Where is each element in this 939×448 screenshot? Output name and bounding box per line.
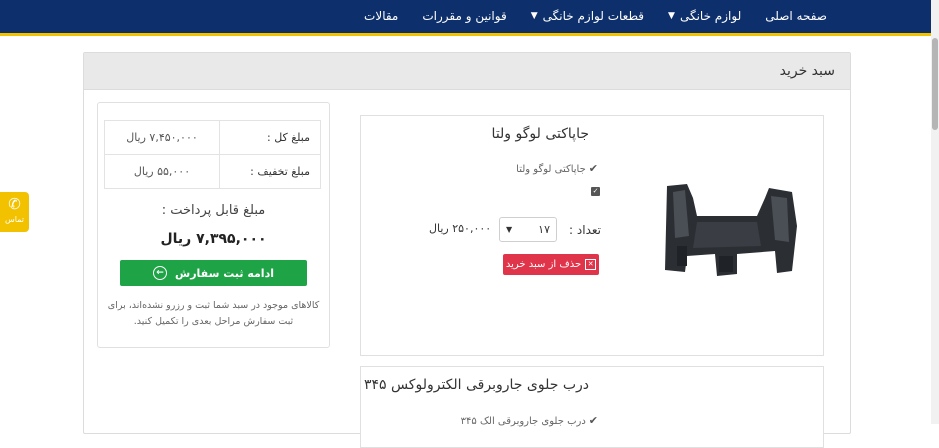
payable-value: ۷,۳۹۵,۰۰۰ ریال: [160, 231, 267, 247]
payable-label: مبلغ قابل پرداخت :: [161, 203, 266, 218]
checkout-note: کالاهای موجود در سبد شما ثبت و رزرو نشده…: [107, 300, 320, 327]
nav-item-rules[interactable]: قوانین و مقررات: [410, 0, 518, 33]
table-row: مبلغ کل : ۷,۴۵۰,۰۰۰ ریال: [104, 120, 321, 155]
item-unit-price: ۲۵۰,۰۰۰ ریال: [429, 222, 492, 235]
nav-item-home-appliances[interactable]: لوازم خانگی ▼: [656, 0, 753, 33]
item-subtitle-row: ✔جاپاکتی لوگو ولتا: [516, 162, 598, 175]
chevron-down-icon: ▼: [530, 11, 538, 21]
checkout-button-label: ادامه ثبت سفارش: [175, 266, 274, 280]
phone-icon: ✆: [8, 195, 21, 213]
chevron-down-icon: ▼: [506, 225, 513, 234]
nav-item-home[interactable]: صفحه اصلی: [753, 0, 839, 33]
discount-label: مبلغ تخفیف :: [219, 154, 321, 189]
quantity-value: ۱۷: [538, 223, 550, 236]
summary-table: مبلغ کل : ۷,۴۵۰,۰۰۰ ریال مبلغ تخفیف : ۵۵…: [104, 120, 321, 189]
main-nav: صفحه اصلی لوازم خانگی ▼ قطعات لوازم خانگ…: [352, 0, 839, 33]
checkout-button[interactable]: ادامه ثبت سفارش ←: [120, 260, 307, 286]
nav-item-label: لوازم خانگی: [679, 9, 742, 23]
chevron-down-icon: ▼: [668, 11, 675, 21]
close-box-icon: ✕: [585, 259, 597, 270]
nav-item-articles[interactable]: مقالات: [352, 0, 410, 33]
order-summary: مبلغ کل : ۷,۴۵۰,۰۰۰ ریال مبلغ تخفیف : ۵۵…: [97, 102, 330, 348]
contact-tab[interactable]: ✆ تماس: [0, 192, 29, 232]
item-title: جاپاکتی لوگو ولتا: [491, 126, 589, 142]
quantity-select[interactable]: ۱۷ ▼: [499, 217, 557, 242]
table-row: مبلغ تخفیف : ۵۵,۰۰۰ ریال: [104, 154, 321, 189]
contact-label: تماس: [4, 215, 25, 224]
cart-item: درب جلوی جاروبرقی الکترولوکس ۳۴۵ ✔درب جل…: [360, 366, 824, 448]
nav-item-label: قطعات لوازم خانگی: [542, 9, 645, 23]
product-image: [665, 184, 797, 276]
item-subtitle: جاپاکتی لوگو ولتا: [516, 164, 586, 175]
arrow-circle-left-icon: ←: [153, 266, 168, 280]
item-subtitle-row: ✔درب جلوی جاروبرقی الک ۳۴۵: [461, 414, 598, 427]
cart-title: سبد خرید: [84, 53, 850, 90]
nav-item-appliance-parts[interactable]: قطعات لوازم خانگی ▼: [519, 0, 656, 33]
nav-item-label: صفحه اصلی: [765, 9, 827, 23]
check-icon: ✔: [588, 162, 598, 175]
top-navbar: صفحه اصلی لوازم خانگی ▼ قطعات لوازم خانگ…: [0, 0, 939, 36]
page-scrollbar[interactable]: [931, 0, 939, 424]
quantity-label: تعداد :: [569, 223, 601, 237]
discount-value: ۵۵,۰۰۰ ریال: [104, 154, 220, 189]
check-icon: ✔: [588, 414, 598, 427]
scrollbar-thumb[interactable]: [932, 38, 938, 130]
total-label: مبلغ کل :: [219, 120, 321, 155]
item-checkbox[interactable]: ✓: [591, 187, 600, 196]
remove-from-cart-button[interactable]: ✕ حذف از سبد خرید: [503, 254, 599, 275]
nav-item-label: قوانین و مقررات: [422, 9, 507, 23]
item-title: درب جلوی جاروبرقی الکترولوکس ۳۴۵: [363, 377, 589, 393]
remove-button-label: حذف از سبد خرید: [505, 259, 582, 270]
total-value: ۷,۴۵۰,۰۰۰ ریال: [104, 120, 220, 155]
cart-item: جاپاکتی لوگو ولتا ✔جاپاکتی لوگو ولتا ✓ ت…: [360, 115, 824, 356]
item-subtitle: درب جلوی جاروبرقی الک ۳۴۵: [460, 416, 586, 427]
nav-item-label: مقالات: [364, 9, 399, 23]
